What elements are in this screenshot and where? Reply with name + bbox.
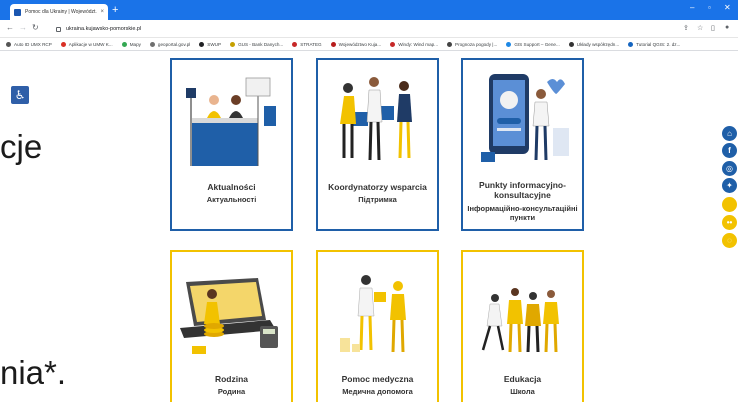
bookmark-item[interactable]: Prognoza pogody |... (447, 41, 498, 47)
instagram-icon[interactable]: ◎ (722, 161, 737, 176)
map-icon[interactable]: ◌ (722, 233, 737, 248)
bookmarks-bar: Auto ID UMX RCP Aplikacje w UMW K... Mapy g… (0, 38, 738, 51)
bookmark-item[interactable]: GIS Support – Gene... (506, 41, 560, 47)
medical-illustration (340, 275, 406, 353)
share-icon[interactable]: ⇪ (683, 24, 689, 32)
bookmark-favicon-icon (230, 41, 236, 47)
card-subtitle: Актуальності (206, 195, 257, 204)
left-partial-text-2: nia*. (0, 354, 67, 391)
card-subtitle: Інформаційно-консультаційні пункти (467, 204, 578, 222)
bookmark-label: Auto ID UMX RCP (14, 41, 52, 47)
bookmark-label: Windy: Wind map... (398, 41, 439, 47)
card-title: Rodzina (214, 374, 249, 384)
profile-icon[interactable]: ● (725, 24, 729, 31)
browser-tab[interactable]: Pomoc dla Ukrainy | Województ... × (10, 4, 108, 20)
browser-window: Pomoc dla Ukrainy | Województ... × + – ▫… (0, 0, 738, 402)
close-window-icon[interactable]: ✕ (724, 3, 731, 12)
tab-close-icon[interactable]: × (100, 9, 104, 15)
back-icon[interactable]: ← (6, 23, 14, 32)
flickr-icon[interactable]: •• (722, 215, 737, 230)
bookmark-favicon-icon (506, 41, 512, 47)
card-subtitle: Підтримка (358, 195, 397, 204)
circle-yellow-icon[interactable] (722, 197, 737, 212)
bookmark-favicon-icon (292, 41, 298, 47)
card-subtitle: Медична допомога (342, 387, 413, 396)
coordinators-illustration (340, 77, 412, 161)
url-text: ukraina.kujawsko-pomorskie.pl (66, 26, 142, 32)
bookmark-item[interactable]: geoportal.gov.pl (149, 41, 191, 47)
card-title: Edukacja (503, 374, 542, 384)
card-subtitle: Школа (510, 387, 535, 396)
forward-icon[interactable]: → (19, 23, 27, 32)
tab-strip: Pomoc dla Ukrainy | Województ... × + – ▫… (0, 0, 738, 20)
bookmark-favicon-icon (447, 41, 453, 47)
minimize-icon[interactable]: – (690, 3, 694, 12)
bookmark-label: GIS Support – Gene... (514, 41, 560, 47)
bookmark-favicon-icon (390, 41, 396, 47)
card-title: Aktualności (207, 182, 256, 192)
bookmark-item[interactable]: STRATEG (292, 41, 322, 47)
twitter-icon[interactable]: ✦ (722, 178, 737, 193)
sidebar-icon[interactable]: ▯ (711, 24, 715, 32)
bookmark-item[interactable]: Auto ID UMX RCP (6, 41, 52, 47)
bookmark-item[interactable]: Województwo Kuja... (330, 41, 382, 47)
maximize-icon[interactable]: ▫ (708, 3, 711, 12)
bookmark-item[interactable]: SWUP (199, 41, 222, 47)
bookmark-label: SWUP (207, 41, 222, 47)
bookmark-label: GUS - Bank Danych... (238, 41, 284, 47)
favicon-icon (14, 8, 21, 16)
card-aktualnosci[interactable]: Aktualności Актуальності (170, 58, 293, 231)
bookmark-favicon-icon (330, 41, 336, 47)
bookmark-favicon-icon (199, 41, 205, 47)
left-partial-text-1: cje (0, 128, 43, 165)
card-pomoc-medyczna[interactable]: Pomoc medyczna Медична допомога (316, 250, 439, 402)
bookmark-label: Prognoza pogody |... (455, 41, 498, 47)
star-icon[interactable]: ☆ (697, 24, 703, 32)
address-bar[interactable]: ukraina.kujawsko-pomorskie.pl (56, 23, 656, 35)
bookmark-favicon-icon (60, 41, 66, 47)
card-title: Pomoc medyczna (341, 374, 414, 384)
bookmark-label: Tutorial QGIS: 2. dz... (636, 41, 681, 47)
bookmark-item[interactable]: GUS - Bank Danych... (230, 41, 284, 47)
lock-icon (56, 27, 61, 32)
bookmark-label: Układy współrzędn... (576, 41, 620, 47)
new-tab-button[interactable]: + (112, 3, 118, 17)
tab-title: Pomoc dla Ukrainy | Województ... (25, 9, 98, 15)
bookmark-item[interactable]: Aplikacje w UMW K... (60, 41, 113, 47)
bookmark-label: Województwo Kuja... (338, 41, 382, 47)
bookmark-item[interactable]: Mapy (121, 41, 141, 47)
card-punkty-informacyjno-konsultacyjne[interactable]: Punkty informacyjno-konsultacyjne Інформ… (461, 58, 584, 231)
card-title: Punkty informacyjno-konsultacyjne (479, 180, 566, 200)
reload-icon[interactable]: ↻ (32, 23, 39, 32)
card-edukacja[interactable]: Edukacja Школа (461, 250, 584, 402)
bookmark-label: Aplikacje w UMW K... (68, 41, 113, 47)
bookmark-favicon-icon (149, 41, 155, 47)
card-subtitle: Родина (217, 387, 246, 396)
family-illustration (180, 278, 278, 354)
bookmark-item[interactable]: Układy współrzędn... (568, 41, 620, 47)
card-koordynatorzy-wsparcia[interactable]: Koordynatorzy wsparcia Підтримка (316, 58, 439, 231)
bookmark-favicon-icon (568, 41, 574, 47)
card-rodzina[interactable]: Rodzina Родина (170, 250, 293, 402)
bookmark-label: geoportal.gov.pl (157, 41, 191, 47)
bookmark-item[interactable]: Windy: Wind map... (390, 41, 439, 47)
education-illustration (481, 288, 559, 353)
bookmark-label: Mapy (129, 41, 141, 47)
facebook-icon[interactable]: f (722, 143, 737, 158)
browser-toolbar: ← → ↻ ukraina.kujawsko-pomorskie.pl ⇪ ☆ … (0, 20, 738, 38)
bookmark-favicon-icon (121, 41, 127, 47)
card-title: Koordynatorzy wsparcia (328, 182, 427, 192)
accessibility-icon[interactable]: ♿ (11, 86, 29, 104)
home-icon[interactable]: ⌂ (722, 126, 737, 141)
info-points-illustration (481, 74, 569, 162)
bookmark-label: STRATEG (300, 41, 322, 47)
bookmark-favicon-icon (6, 41, 11, 47)
bookmark-favicon-icon (628, 41, 634, 47)
bookmark-item[interactable]: Tutorial QGIS: 2. dz... (628, 41, 681, 47)
news-illustration (186, 77, 276, 166)
